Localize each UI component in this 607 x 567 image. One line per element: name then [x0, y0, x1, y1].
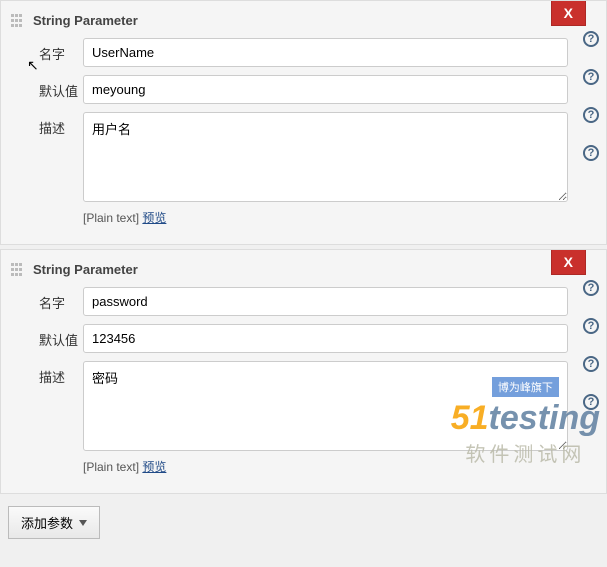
add-parameter-button[interactable]: 添加参数	[8, 506, 100, 539]
help-icon[interactable]: ?	[583, 145, 599, 161]
description-label: 描述	[11, 361, 83, 386]
drag-handle-icon[interactable]	[11, 263, 25, 277]
help-icon[interactable]: ?	[583, 69, 599, 85]
help-icon[interactable]: ?	[583, 394, 599, 410]
default-input[interactable]	[83, 324, 568, 353]
string-parameter-block: ↖ X String Parameter ? ? ? ? 名字 默认值 描述 […	[0, 0, 607, 245]
preview-link[interactable]: 预览	[142, 211, 166, 225]
name-input[interactable]	[83, 287, 568, 316]
description-textarea[interactable]	[83, 361, 568, 451]
description-textarea[interactable]	[83, 112, 568, 202]
help-icon[interactable]: ?	[583, 356, 599, 372]
preview-link[interactable]: 预览	[142, 460, 166, 474]
name-label: 名字	[11, 38, 83, 63]
name-input[interactable]	[83, 38, 568, 67]
help-icon[interactable]: ?	[583, 280, 599, 296]
add-parameter-label: 添加参数	[21, 513, 73, 532]
block-title: String Parameter	[33, 262, 138, 277]
mode-text: [Plain text]	[83, 211, 139, 225]
default-label: 默认值	[11, 75, 83, 100]
default-input[interactable]	[83, 75, 568, 104]
block-title: String Parameter	[33, 13, 138, 28]
help-icon[interactable]: ?	[583, 318, 599, 334]
mode-text: [Plain text]	[83, 460, 139, 474]
default-label: 默认值	[11, 324, 83, 349]
help-icon[interactable]: ?	[583, 31, 599, 47]
help-icon[interactable]: ?	[583, 107, 599, 123]
string-parameter-block: X String Parameter ? ? ? ? 名字 默认值 描述 [Pl…	[0, 249, 607, 494]
description-label: 描述	[11, 112, 83, 137]
drag-handle-icon[interactable]	[11, 14, 25, 28]
chevron-down-icon	[79, 520, 87, 526]
name-label: 名字	[11, 287, 83, 312]
